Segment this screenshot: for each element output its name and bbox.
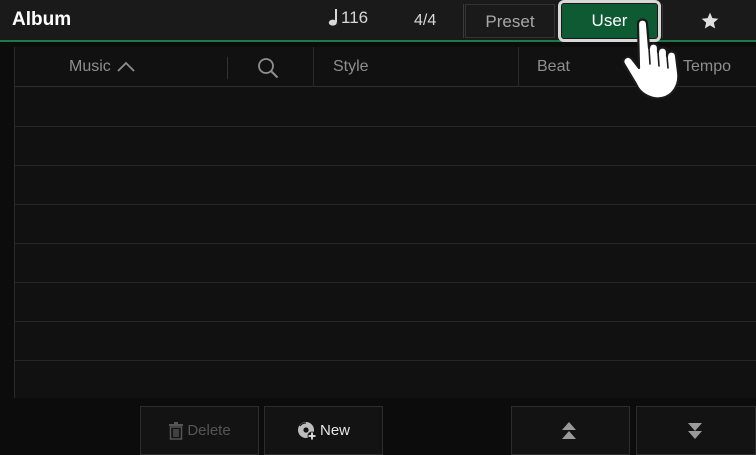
new-label: New [319, 422, 350, 439]
move-down-button[interactable] [636, 406, 756, 455]
double-chevron-down-icon [687, 422, 702, 439]
album-screen: Album 116 4/4 Preset User Music Style Be… [0, 0, 756, 455]
column-divider [227, 57, 228, 79]
new-button[interactable]: New [264, 406, 383, 455]
column-divider [638, 47, 639, 87]
search-icon [258, 58, 279, 79]
column-style-header[interactable]: Style [333, 47, 369, 87]
table-row[interactable] [15, 283, 756, 322]
time-signature: 4/4 [414, 12, 437, 29]
double-chevron-up-icon [562, 421, 576, 439]
tab-preset[interactable]: Preset [465, 4, 555, 38]
music-table: Music Style Beat Tempo [14, 47, 756, 398]
tab-favorites[interactable] [662, 4, 756, 38]
table-row[interactable] [15, 88, 756, 127]
new-disc-icon [297, 421, 317, 440]
column-beat-header[interactable]: Beat [537, 47, 570, 87]
header-bar: Album 116 4/4 Preset User [0, 0, 756, 42]
table-row[interactable] [15, 205, 756, 244]
table-header: Music Style Beat Tempo [15, 47, 756, 87]
column-tempo-header[interactable]: Tempo [683, 47, 731, 87]
page-title: Album [12, 9, 72, 30]
tempo-display: 116 [328, 8, 368, 28]
table-row[interactable] [15, 127, 756, 166]
trash-icon [169, 421, 184, 440]
delete-label: Delete [187, 422, 231, 439]
footer-bar: Delete New [0, 400, 756, 455]
table-row[interactable] [15, 322, 756, 361]
search-button[interactable] [257, 55, 279, 79]
column-music-header[interactable]: Music [69, 47, 135, 87]
tempo-value: 116 [341, 8, 369, 27]
header-divider [463, 4, 464, 38]
tab-user[interactable]: User [558, 0, 661, 42]
column-music-label: Music [69, 58, 111, 75]
table-row[interactable] [15, 166, 756, 205]
column-divider [518, 47, 519, 87]
chevron-up-icon [117, 61, 135, 72]
delete-button[interactable]: Delete [140, 406, 259, 455]
move-up-button[interactable] [511, 406, 630, 455]
table-row[interactable] [15, 244, 756, 283]
star-icon [701, 12, 718, 29]
quarter-note-icon [328, 9, 337, 26]
table-row[interactable] [15, 361, 756, 400]
column-divider [313, 47, 314, 87]
